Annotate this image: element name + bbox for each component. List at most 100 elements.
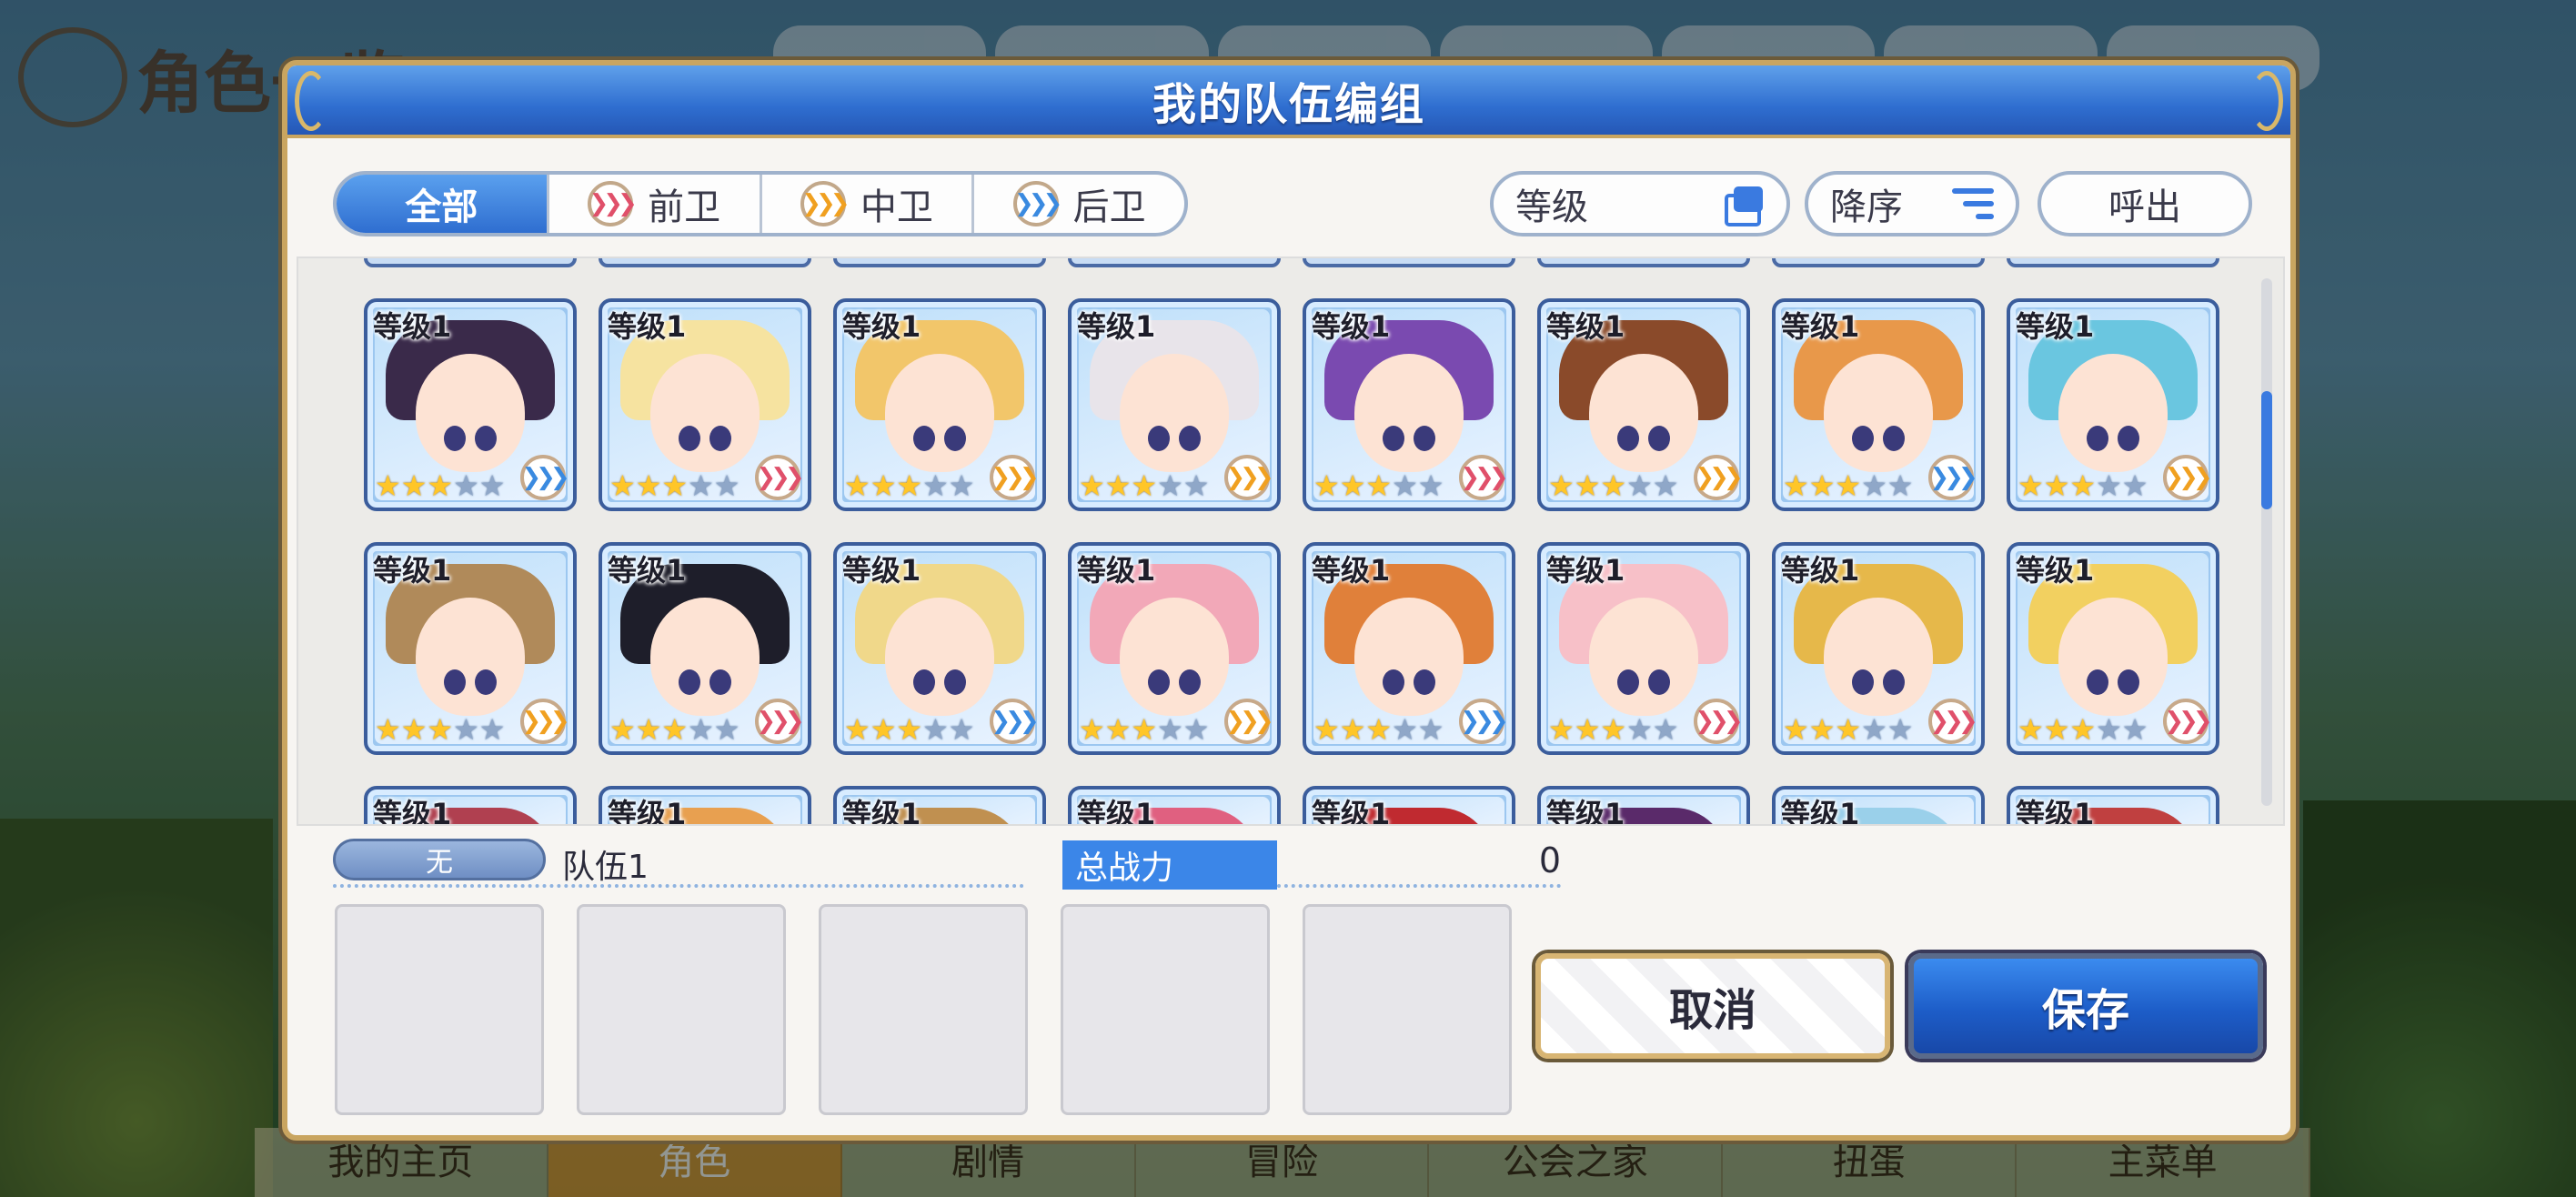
role-back-icon: ❯❯❯ — [520, 455, 570, 500]
character-card[interactable]: 等级1 ★ ★ ★ ★ ★ ❯❯❯ — [1772, 298, 1985, 511]
star-rating: ★ ★ ★ ★ ★ — [375, 715, 505, 744]
star-rating: ★ ★ ★ ★ ★ — [1548, 471, 1678, 500]
character-card[interactable]: 等级1 — [599, 786, 811, 826]
character-card[interactable]: 等级1 ★ ★ ★ ★ ★ ❯❯❯ — [599, 542, 811, 755]
character-card[interactable]: 等级1 ★ ★ ★ ★ ★ ❯❯❯ — [1068, 298, 1281, 511]
call-out-button[interactable]: 呼出 — [2038, 171, 2252, 236]
role-front-icon: ❯❯❯ — [2163, 699, 2213, 744]
character-grid[interactable]: 等级1 ★ ★ ★ ★ ★ ❯❯❯ 等级1 ★ ★ ★ ★ ★ ❯❯❯ 等级1 ★ ★ ★ ★ ★ ❯❯❯ 等级1 ★ ★ ★ ★… — [297, 256, 2285, 826]
star-icon: ★ — [1182, 468, 1210, 503]
character-level: 等级1 — [1781, 553, 1860, 588]
character-card[interactable]: 等级1 ★ ★ ★ ★ ★ ❯❯❯ — [1303, 542, 1515, 755]
team-slot[interactable] — [577, 904, 786, 1115]
character-card[interactable]: 等级1 ★ ★ ★ ★ ★ ❯❯❯ — [364, 298, 577, 511]
character-card[interactable]: 等级1 — [1068, 786, 1281, 824]
character-card[interactable]: 等级1 ★ ★ ★ ★ ★ ❯❯❯ — [599, 298, 811, 511]
character-card[interactable]: 等级1 ★ ★ ★ ★ ★ ❯❯❯ — [1303, 298, 1515, 511]
save-button[interactable]: 保存 — [1908, 953, 2263, 1059]
role-front-icon: ❯❯❯ — [1928, 699, 1978, 744]
star-icon: ★ — [2018, 712, 2044, 747]
star-rating: ★ ★ ★ ★ ★ — [609, 471, 740, 500]
character-card[interactable]: 等级1 — [1537, 786, 1750, 824]
star-icon: ★ — [2096, 468, 2122, 503]
character-level: 等级1 — [842, 797, 921, 826]
star-icon: ★ — [2043, 712, 2070, 747]
character-card[interactable]: 等级1 — [1303, 786, 1515, 826]
star-icon: ★ — [2069, 468, 2097, 503]
star-icon: ★ — [1392, 712, 1418, 747]
star-icon: ★ — [688, 468, 714, 503]
character-card[interactable]: 等级1 — [364, 786, 577, 826]
scrollbar-thumb[interactable] — [2261, 391, 2272, 509]
role-front-icon: ❯❯❯ — [755, 699, 805, 744]
role-front-icon: ❯❯❯ — [755, 455, 805, 500]
star-icon: ★ — [661, 712, 689, 747]
team-name[interactable]: 队伍1 — [562, 840, 649, 888]
character-level: 等级1 — [373, 797, 452, 826]
character-level: 等级1 — [2016, 309, 2095, 344]
star-icon: ★ — [635, 468, 662, 503]
character-card[interactable]: 等级1 — [2007, 786, 2219, 824]
role-back-icon: ❯❯❯ — [1012, 181, 1062, 226]
team-slot[interactable] — [335, 904, 544, 1115]
team-slot[interactable] — [1303, 904, 1512, 1115]
star-icon: ★ — [688, 712, 714, 747]
character-card[interactable]: 等级1 ★ ★ ★ ★ ★ ❯❯❯ — [2007, 298, 2219, 511]
star-icon: ★ — [1652, 468, 1679, 503]
character-card[interactable]: 等级1 ★ ★ ★ ★ ★ ❯❯❯ — [833, 542, 1046, 755]
grid-scrollbar[interactable] — [2261, 278, 2272, 806]
star-icon: ★ — [1783, 468, 1809, 503]
team-slot[interactable] — [1061, 904, 1270, 1115]
star-icon: ★ — [427, 468, 454, 503]
star-icon: ★ — [1131, 468, 1158, 503]
star-rating: ★ ★ ★ ★ ★ — [844, 715, 974, 744]
star-rating: ★ ★ ★ ★ ★ — [1783, 471, 1913, 500]
character-card[interactable]: 等级1 — [1772, 786, 1985, 824]
character-card[interactable]: 等级1 ★ ★ ★ ★ ★ ❯❯❯ — [1537, 298, 1750, 511]
character-card[interactable]: 等级1 ★ ★ ★ ★ ★ ❯❯❯ — [1537, 542, 1750, 755]
star-icon: ★ — [453, 712, 479, 747]
star-icon: ★ — [1104, 712, 1132, 747]
character-level: 等级1 — [1546, 309, 1625, 344]
star-rating: ★ ★ ★ ★ ★ — [1783, 715, 1913, 744]
tab-back[interactable]: ❯❯❯ 后卫 — [974, 175, 1184, 233]
total-power-label: 总战力 — [1062, 840, 1277, 890]
sort-order-button[interactable]: 降序 — [1805, 171, 2019, 236]
star-icon: ★ — [2069, 712, 2097, 747]
role-back-icon: ❯❯❯ — [990, 699, 1040, 744]
star-icon: ★ — [1417, 712, 1444, 747]
star-icon: ★ — [1861, 712, 1887, 747]
character-level: 等级1 — [1312, 797, 1391, 826]
tab-all[interactable]: 全部 — [337, 175, 549, 233]
character-card[interactable]: 等级1 ★ ★ ★ ★ ★ ❯❯❯ — [364, 542, 577, 755]
sort-by-button[interactable]: 等级 — [1490, 171, 1790, 236]
team-slot[interactable] — [819, 904, 1028, 1115]
star-icon: ★ — [1392, 468, 1418, 503]
star-icon: ★ — [375, 468, 401, 503]
role-middle-icon: ❯❯❯ — [2163, 455, 2213, 500]
role-front-icon: ❯❯❯ — [588, 181, 638, 226]
character-card[interactable]: 等级1 ★ ★ ★ ★ ★ ❯❯❯ — [2007, 542, 2219, 755]
star-icon: ★ — [2121, 712, 2148, 747]
character-level: 等级1 — [1546, 553, 1625, 588]
character-card[interactable]: 等级1 ★ ★ ★ ★ ★ ❯❯❯ — [1068, 542, 1281, 755]
role-back-icon: ❯❯❯ — [1928, 455, 1978, 500]
character-level: 等级1 — [608, 797, 687, 826]
cancel-button[interactable]: 取消 — [1535, 953, 1890, 1059]
character-card-edge — [2007, 258, 2219, 267]
character-card[interactable]: 等级1 — [833, 786, 1046, 826]
tab-front[interactable]: ❯❯❯ 前卫 — [549, 175, 762, 233]
team-divider — [333, 884, 1024, 888]
power-divider — [1277, 884, 1561, 888]
character-level: 等级1 — [842, 309, 921, 344]
character-card[interactable]: 等级1 ★ ★ ★ ★ ★ ❯❯❯ — [833, 298, 1046, 511]
tab-middle[interactable]: ❯❯❯ 中卫 — [762, 175, 975, 233]
star-icon: ★ — [375, 712, 401, 747]
star-rating: ★ ★ ★ ★ ★ — [375, 471, 505, 500]
role-filter-tabs: 全部 ❯❯❯ 前卫 ❯❯❯ 中卫 ❯❯❯ 后卫 — [333, 171, 1188, 236]
star-icon: ★ — [922, 712, 949, 747]
star-icon: ★ — [1365, 712, 1393, 747]
character-card[interactable]: 等级1 ★ ★ ★ ★ ★ ❯❯❯ — [1772, 542, 1985, 755]
star-icon: ★ — [478, 468, 506, 503]
star-icon: ★ — [453, 468, 479, 503]
